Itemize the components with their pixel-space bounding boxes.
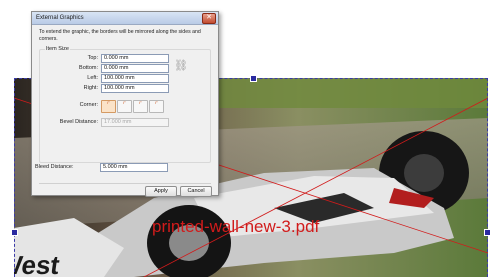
left-input[interactable]: 100.000 mm	[101, 74, 169, 83]
selection-border-left	[14, 78, 15, 277]
right-label: Right:	[83, 85, 98, 91]
cancel-button[interactable]: Cancel	[180, 186, 212, 197]
corner-square-icon[interactable]: ⌜	[101, 100, 116, 113]
bottom-label: Bottom:	[79, 65, 98, 71]
link-chain-icon[interactable]: ⛓	[174, 59, 188, 72]
external-graphics-dialog: External Graphics ✕ To extend the graphi…	[31, 11, 219, 197]
dialog-description: To extend the graphic, the borders will …	[39, 29, 201, 42]
resize-handle-left[interactable]	[11, 229, 18, 236]
resize-handle-right[interactable]	[484, 229, 491, 236]
document-canvas: West printed-wall-new-3.pdf External Gra…	[0, 0, 494, 277]
file-name-label: printed-wall-new-3.pdf	[152, 217, 320, 236]
dialog-divider	[39, 183, 211, 184]
top-label: Top:	[87, 55, 98, 61]
item-size-label: Item Size	[45, 46, 70, 52]
top-input[interactable]: 0.000 mm	[101, 54, 169, 63]
selection-border-right	[487, 78, 488, 277]
dialog-title: External Graphics	[36, 15, 84, 21]
corner-label: Corner:	[79, 102, 98, 108]
bevel-distance-input[interactable]: 17.000 mm	[101, 118, 169, 127]
corner-bevel-icon[interactable]: ⌜	[133, 100, 148, 113]
right-input[interactable]: 100.000 mm	[101, 84, 169, 93]
left-label: Left:	[87, 75, 98, 81]
resize-handle-top[interactable]	[250, 75, 257, 82]
bevel-distance-label: Bevel Distance:	[59, 119, 98, 125]
close-icon[interactable]: ✕	[202, 12, 216, 24]
corner-round-icon[interactable]: ⌜	[117, 100, 132, 113]
svg-text:West: West	[14, 250, 62, 277]
bottom-input[interactable]: 0.000 mm	[101, 64, 169, 73]
dialog-titlebar[interactable]: External Graphics ✕	[32, 12, 218, 25]
corner-inset-icon[interactable]: ⌜	[149, 100, 164, 113]
item-size-group: Item Size Top: 0.000 mm Bottom: 0.000 mm…	[39, 46, 211, 163]
bleed-distance-label: Bleed Distance:	[35, 164, 74, 170]
bleed-distance-input[interactable]: 5.000 mm	[100, 163, 168, 172]
apply-button[interactable]: Apply	[145, 186, 177, 197]
